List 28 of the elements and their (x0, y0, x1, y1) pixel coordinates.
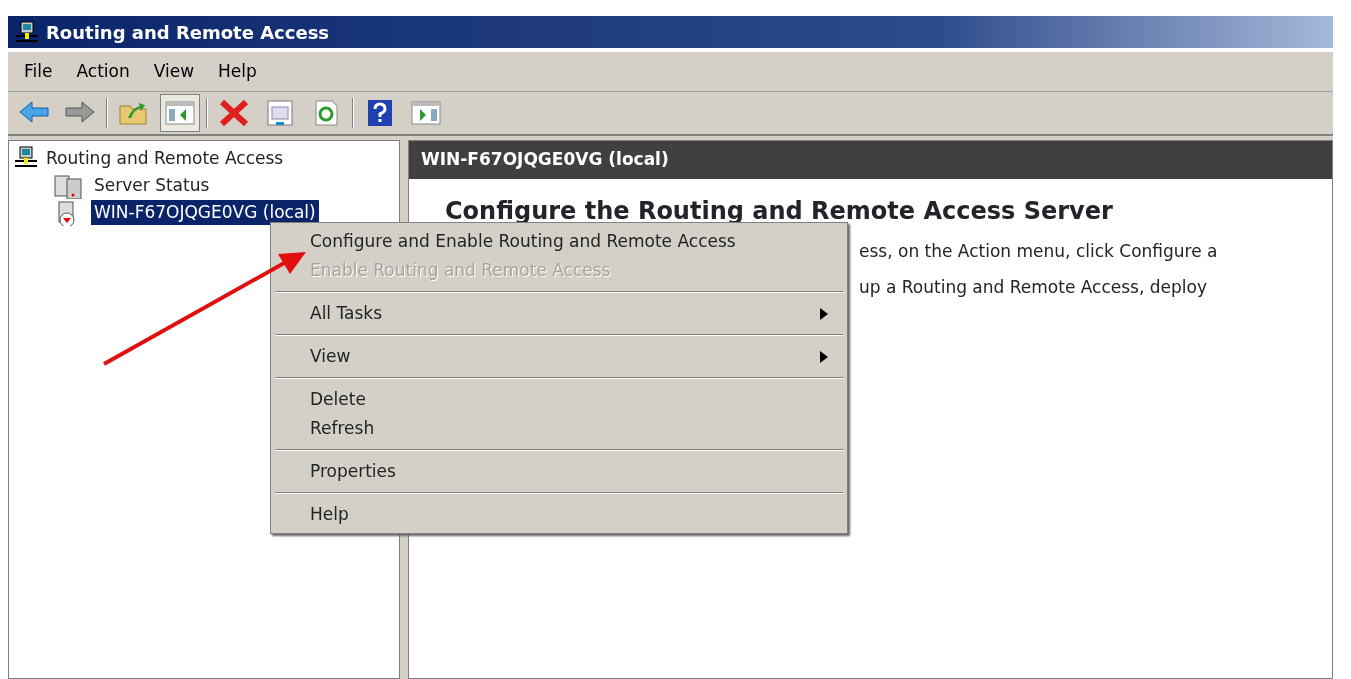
pane-toggle-icon (164, 98, 196, 128)
context-menu-item[interactable]: All Tasks (273, 299, 845, 328)
window-title: Routing and Remote Access (46, 20, 330, 45)
context-menu-item[interactable]: Properties (273, 457, 845, 486)
properties-icon (264, 98, 296, 128)
delete-icon (218, 98, 250, 128)
tree-item[interactable]: Routing and Remote Access (43, 145, 287, 172)
network-computer-icon (16, 21, 38, 43)
content-text: ess, on the Action menu, click Configure a (859, 240, 1219, 263)
content-heading: Configure the Routing and Remote Access Server (445, 196, 1114, 227)
submenu-arrow-icon (819, 306, 829, 321)
context-menu-item[interactable]: Delete (273, 385, 845, 414)
submenu-arrow-icon (819, 349, 829, 364)
action-pane-icon (410, 98, 442, 128)
tree-item[interactable]: WIN-F67OJQGE0VG (local) (91, 199, 319, 226)
context-menu-item[interactable]: Help (273, 500, 845, 529)
menu-item[interactable]: Action (66, 56, 140, 87)
tree-item[interactable]: Server Status (91, 172, 213, 199)
context-menu-item[interactable]: View (273, 342, 845, 371)
menu-item[interactable]: View (143, 56, 205, 87)
content-text: up a Routing and Remote Access, deploy (859, 275, 1208, 299)
menu-item[interactable]: File (14, 56, 63, 87)
context-menu-item[interactable]: Configure and Enable Routing and Remote Access (273, 227, 845, 256)
menu-item[interactable]: Help (208, 56, 267, 87)
pane-header: WIN-F67OJQGE0VG (local) (409, 141, 1332, 179)
server-icon (53, 172, 85, 199)
context-menu-item[interactable]: Refresh (273, 414, 845, 443)
toolbar-button[interactable] (160, 94, 200, 132)
